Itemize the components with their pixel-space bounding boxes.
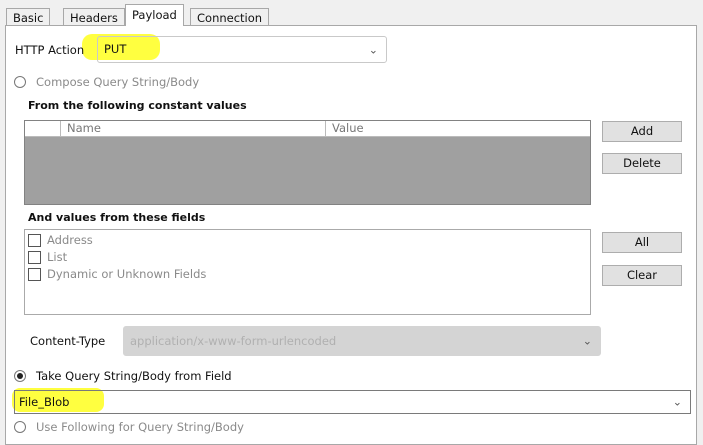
content-type-select: application/x-www-form-urlencoded ⌄ bbox=[123, 326, 601, 356]
content-type-label: Content-Type bbox=[30, 334, 106, 348]
tab-connection[interactable]: Connection bbox=[190, 8, 270, 26]
list-item[interactable]: Address bbox=[28, 233, 587, 250]
use-following-label: Use Following for Query String/Body bbox=[36, 420, 244, 434]
clear-button[interactable]: Clear bbox=[602, 265, 682, 286]
body-field-value: File_Blob bbox=[19, 395, 70, 409]
add-button[interactable]: Add bbox=[602, 121, 682, 142]
tab-payload[interactable]: Payload bbox=[125, 4, 184, 26]
checkbox[interactable] bbox=[28, 268, 41, 281]
checkbox[interactable] bbox=[28, 234, 41, 247]
list-item-label: Address bbox=[47, 233, 93, 247]
list-item-label: List bbox=[47, 250, 68, 264]
fields-list[interactable]: Address List Dynamic or Unknown Fields bbox=[24, 229, 591, 315]
tab-headers[interactable]: Headers bbox=[63, 8, 125, 26]
chevron-down-icon: ⌄ bbox=[368, 43, 378, 56]
delete-button[interactable]: Delete bbox=[602, 153, 682, 174]
http-action-value: PUT bbox=[104, 42, 127, 56]
compose-radio[interactable] bbox=[14, 76, 26, 88]
body-field-select[interactable]: File_Blob ⌄ bbox=[14, 390, 691, 414]
tab-basic[interactable]: Basic bbox=[6, 8, 51, 26]
chevron-down-icon: ⌄ bbox=[582, 334, 592, 348]
chevron-down-icon: ⌄ bbox=[672, 395, 682, 409]
list-item-label: Dynamic or Unknown Fields bbox=[47, 267, 207, 281]
use-following-radio[interactable] bbox=[14, 421, 26, 433]
all-button[interactable]: All bbox=[602, 232, 682, 253]
http-action-select[interactable]: PUT ⌄ bbox=[97, 36, 387, 63]
take-from-field-label: Take Query String/Body from Field bbox=[36, 369, 232, 383]
constants-label: From the following constant values bbox=[28, 99, 247, 112]
fields-label: And values from these fields bbox=[28, 211, 206, 224]
checkbox[interactable] bbox=[28, 251, 41, 264]
column-header-name[interactable]: Name bbox=[60, 121, 101, 136]
list-item[interactable]: List bbox=[28, 250, 587, 267]
http-action-label: HTTP Action bbox=[15, 43, 85, 57]
constants-grid[interactable]: Name Value bbox=[24, 120, 591, 205]
content-type-value: application/x-www-form-urlencoded bbox=[130, 334, 337, 348]
column-header-value[interactable]: Value bbox=[325, 121, 364, 136]
compose-label: Compose Query String/Body bbox=[36, 75, 200, 89]
take-from-field-radio[interactable] bbox=[14, 370, 26, 382]
list-item[interactable]: Dynamic or Unknown Fields bbox=[28, 267, 587, 284]
